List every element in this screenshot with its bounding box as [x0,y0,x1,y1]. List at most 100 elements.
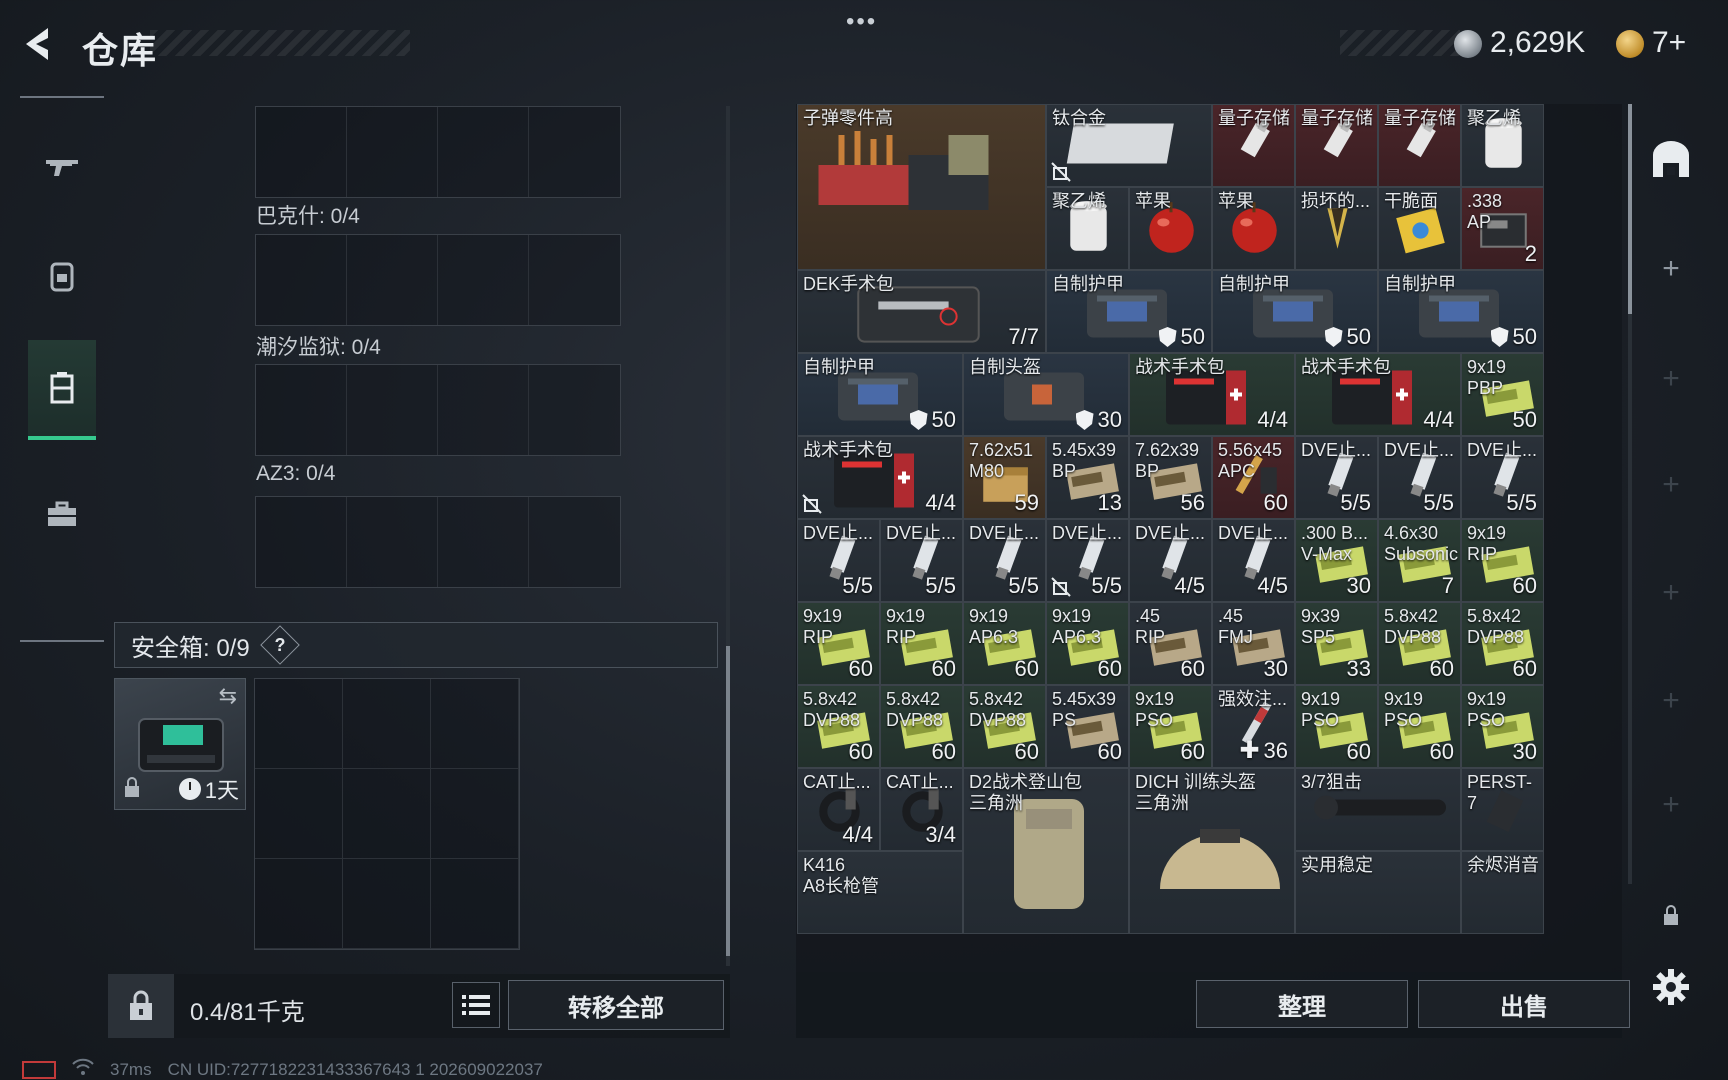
inventory-item[interactable]: 9x19 PSO 60 [1378,685,1461,768]
inventory-item[interactable]: 子弹零件高 [797,104,1046,270]
inventory-item[interactable]: 自制护甲 50 [1378,270,1544,353]
inventory-item[interactable]: 7.62x39 BP 56 [1129,436,1212,519]
inventory-item[interactable]: 战术手术包 4/4 [797,436,963,519]
inventory-item[interactable]: 战术手术包 4/4 [1295,353,1461,436]
inventory-item[interactable]: .338 AP 2 [1461,187,1544,270]
tab-toolbox[interactable] [28,464,96,564]
inventory-item[interactable]: .45 RIP 60 [1129,602,1212,685]
scroll-thumb[interactable] [1628,104,1632,314]
tab-equipment[interactable] [28,226,96,326]
inventory-item[interactable]: DVE止... 5/5 [1046,519,1129,602]
collection-grid[interactable] [255,496,621,588]
add-container-button[interactable]: + [1646,676,1696,726]
help-button[interactable]: ? [259,625,300,665]
inventory-item[interactable]: DVE止... 5/5 [1378,436,1461,519]
inventory-item[interactable]: 9x19 PBP 50 [1461,353,1544,436]
inventory-scrollbar[interactable] [1628,104,1632,884]
inventory-item[interactable]: CAT止... 3/4 [880,768,963,851]
inventory-item[interactable]: 自制护甲 50 [1212,270,1378,353]
inventory-item[interactable]: 干脆面 [1378,187,1461,270]
inventory-item[interactable]: 余烬消音 [1461,851,1544,934]
inventory-item[interactable]: 聚乙烯 [1461,104,1544,187]
add-container-button[interactable]: + [1646,780,1696,830]
inventory-item[interactable]: 5.8x42 DVP88 60 [797,685,880,768]
add-container-button[interactable]: + [1646,460,1696,510]
inventory-item[interactable]: 4.6x30 Subsonic 7 [1378,519,1461,602]
inventory-item[interactable]: 9x19 PSO 30 [1461,685,1544,768]
inventory-item[interactable]: 5.8x42 DVP88 60 [1461,602,1544,685]
sort-button[interactable]: 整理 [1196,980,1408,1028]
storage-scrollbar[interactable] [726,106,730,966]
inventory-item[interactable]: 自制护甲 50 [797,353,963,436]
silver-currency-amount[interactable]: 2,629K [1490,26,1585,60]
inventory-item[interactable]: DVE止... 5/5 [1295,436,1378,519]
inventory-item[interactable]: DVE止... 5/5 [1461,436,1544,519]
inventory-item[interactable]: CAT止... 4/4 [797,768,880,851]
gold-currency-amount[interactable]: 7+ [1652,26,1686,60]
more-options-icon[interactable]: ••• [846,8,877,36]
safe-case-item[interactable]: ⇆ 1天 [114,678,246,810]
inventory-item[interactable]: DEK手术包 7/7 [797,270,1046,353]
inventory-item[interactable]: 损坏的... [1295,187,1378,270]
inventory-item[interactable]: 7.62x51 M80 59 [963,436,1046,519]
add-container-button[interactable]: + [1646,354,1696,404]
collection-grid[interactable] [255,106,621,198]
inventory-item[interactable]: 9x19 RIP 60 [880,602,963,685]
inventory-item[interactable]: DVE止... 5/5 [880,519,963,602]
item-count-text: 3/4 [925,822,956,847]
safebox-grid[interactable] [254,678,520,950]
lock-icon[interactable] [1646,890,1696,940]
inventory-item[interactable]: 5.45x39 BP 13 [1046,436,1129,519]
transfer-all-button[interactable]: 转移全部 [508,980,724,1030]
collection-grid[interactable] [255,364,621,456]
tab-weapon[interactable] [28,116,96,216]
inventory-item[interactable]: DICH 训练头盔 三角洲 [1129,768,1295,934]
inventory-item[interactable]: 9x19 PSO 60 [1129,685,1212,768]
add-container-button[interactable]: + [1646,568,1696,618]
inventory-item[interactable]: 3/7狙击 [1295,768,1461,851]
inventory-item[interactable]: 聚乙烯 [1046,187,1129,270]
inventory-item[interactable]: 9x39 SP5 33 [1295,602,1378,685]
inventory-item[interactable]: 9x19 RIP 60 [797,602,880,685]
inventory-item[interactable]: 量子存储 [1212,104,1295,187]
inventory-item[interactable]: 9x19 PSO 60 [1295,685,1378,768]
back-button[interactable] [20,24,60,64]
inventory-item[interactable]: PERST-7 [1461,768,1544,851]
inventory-item[interactable]: 量子存储 [1378,104,1461,187]
sell-button[interactable]: 出售 [1418,980,1630,1028]
settings-button[interactable] [1646,962,1696,1012]
inventory-item[interactable]: DVE止... 4/5 [1129,519,1212,602]
inventory-item[interactable]: .300 B... V-Max 30 [1295,519,1378,602]
tab-storage[interactable] [28,340,96,440]
list-view-button[interactable] [452,982,500,1028]
inventory-item[interactable]: 5.45x39 PS 60 [1046,685,1129,768]
scroll-thumb[interactable] [726,646,730,956]
inventory-item[interactable]: 量子存储 [1295,104,1378,187]
inventory-item[interactable]: 9x19 AP6.3 60 [963,602,1046,685]
inventory-item[interactable]: K416 A8长枪管 [797,851,963,934]
collection-grid[interactable] [255,234,621,326]
inventory-item[interactable]: 5.56x45 APC 60 [1212,436,1295,519]
inventory-item[interactable]: 战术手术包 4/4 [1129,353,1295,436]
inventory-item[interactable]: 5.8x42 DVP88 60 [1378,602,1461,685]
inventory-item[interactable]: 实用稳定 [1295,851,1461,934]
inventory-item[interactable]: 9x19 RIP 60 [1461,519,1544,602]
container-stash-button[interactable] [1646,134,1696,184]
inventory-item[interactable]: 强效注... ✚ 36 [1212,685,1295,768]
inventory-item[interactable]: D2战术登山包 三角洲 [963,768,1129,934]
inventory-item[interactable]: 苹果 [1212,187,1295,270]
inventory-item[interactable]: 苹果 [1129,187,1212,270]
inventory-item[interactable]: 9x19 AP6.3 60 [1046,602,1129,685]
inventory-item[interactable]: DVE止... 4/5 [1212,519,1295,602]
inventory-item[interactable]: 5.8x42 DVP88 60 [963,685,1046,768]
add-container-button[interactable]: + [1646,244,1696,294]
inventory-item[interactable]: DVE止... 5/5 [797,519,880,602]
inventory-item[interactable]: DVE止... 5/5 [963,519,1046,602]
inventory-item[interactable]: .45 FMJ 30 [1212,602,1295,685]
inventory-item[interactable]: 自制头盔 30 [963,353,1129,436]
item-count: 3/4 [925,822,956,848]
inventory-item[interactable]: 自制护甲 50 [1046,270,1212,353]
inventory-item[interactable]: 5.8x42 DVP88 60 [880,685,963,768]
inventory-item[interactable]: 钛合金 [1046,104,1212,187]
lock-button[interactable] [108,974,174,1038]
